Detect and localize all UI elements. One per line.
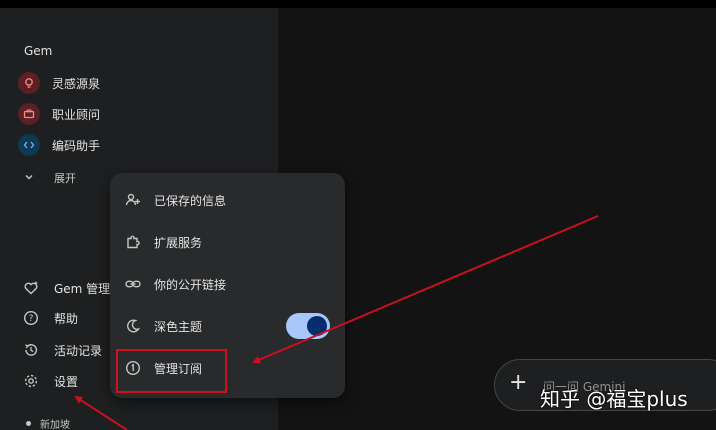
watermark-text: 知乎 @福宝plus bbox=[540, 387, 688, 411]
annotation-arrow-to-manage-subscription bbox=[252, 215, 599, 364]
annotation-arrow-to-settings bbox=[74, 395, 128, 430]
annotation-arrows bbox=[74, 215, 599, 430]
